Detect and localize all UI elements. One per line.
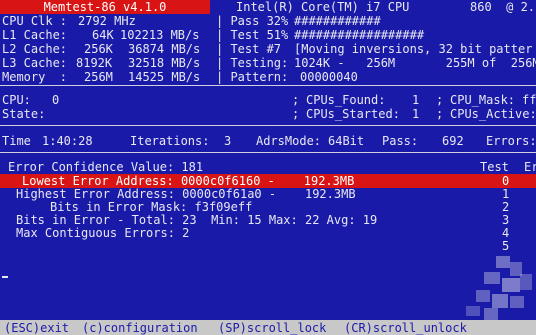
key-scroll-unlock[interactable]: (CR)scroll_unlock bbox=[344, 321, 467, 335]
info-label: Memory : bbox=[2, 70, 68, 84]
error-line-text: Lowest Error Address: 0000c0f6160 - 192.… bbox=[22, 174, 355, 188]
cpus-started-label: CPUs_Started: bbox=[306, 107, 400, 121]
divider bbox=[0, 85, 536, 86]
watermark-mosaic bbox=[446, 250, 536, 322]
info-speed: 36874 MB/s bbox=[128, 42, 201, 56]
test-progress-label: | Test 51% bbox=[216, 28, 289, 42]
info-size: 64K bbox=[92, 28, 114, 42]
separator: ; bbox=[436, 107, 444, 121]
separator: ; bbox=[436, 93, 444, 107]
info-size: 256M bbox=[84, 70, 113, 84]
errors-label: Errors: bbox=[486, 134, 536, 148]
cpu-panel-row-2: State: ; CPUs_Started: 1 ; CPUs_Active: bbox=[0, 107, 536, 121]
error-line-text: Bits in Error Mask: f3f09eff bbox=[50, 200, 253, 214]
adrsmode-value: 64Bit bbox=[328, 134, 365, 148]
cpu-mask-value: ff bbox=[522, 93, 536, 107]
cpu-panel-row-1: CPU: 0 ; CPUs_Found: 1 ; CPU_Mask: ff bbox=[0, 93, 536, 107]
state-label: State: bbox=[2, 107, 46, 121]
info-size: 256K bbox=[84, 42, 113, 56]
header-bar: Memtest-86 v4.1.0 Intel(R) Core(TM) i7 C… bbox=[0, 0, 536, 14]
pass-count-value: 692 bbox=[442, 134, 464, 148]
key-configuration[interactable]: (c)configuration bbox=[82, 321, 198, 335]
info-row-l1-cache: L1 Cache: 64K 102213 MB/s | Test 51% ###… bbox=[0, 28, 536, 42]
test-column-header: Test bbox=[480, 160, 509, 174]
info-speed: 32518 MB/s bbox=[128, 56, 201, 70]
testing-label: | Testing: bbox=[216, 56, 289, 70]
highlight-bar: Lowest Error Address: 0000c0f6160 - 192.… bbox=[0, 174, 536, 188]
error-line-text: Bits in Error - Total: 23 Min: 15 Max: 2… bbox=[16, 213, 378, 227]
error-header-row: Error Confidence Value: 181 Test Er bbox=[0, 160, 536, 174]
pattern-label: | Pattern: bbox=[216, 70, 289, 84]
test-number: 2 bbox=[502, 200, 510, 214]
errors-column-header: Er bbox=[524, 160, 536, 174]
cpu-value: 0 bbox=[52, 93, 60, 107]
cpu-speed: 860 @ 2. bbox=[470, 0, 536, 14]
pattern-value: 00000040 bbox=[300, 70, 358, 84]
error-line-bits: Bits in Error - Total: 23 Min: 15 Max: 2… bbox=[0, 213, 536, 227]
divider bbox=[0, 125, 536, 126]
info-size: 8192K bbox=[76, 56, 113, 70]
divider bbox=[0, 152, 536, 153]
key-exit[interactable]: (ESC)exit bbox=[4, 321, 69, 335]
error-line-text: Highest Error Address: 0000c0f61a0 - 192… bbox=[16, 187, 356, 201]
app-title: Memtest-86 v4.1.0 bbox=[0, 0, 210, 14]
error-line-text: Max Contiguous Errors: 2 bbox=[16, 226, 190, 240]
test-progress-bar: ################## bbox=[294, 28, 425, 42]
pass-count-label: Pass: bbox=[382, 134, 419, 148]
testing-range: 1024K - 256M 255M of 256M bbox=[294, 56, 536, 70]
memtest-screen: Memtest-86 v4.1.0 Intel(R) Core(TM) i7 C… bbox=[0, 0, 536, 335]
test-number-label: | Test #7 bbox=[216, 42, 282, 56]
separator: ; bbox=[292, 93, 300, 107]
info-speed: 14525 MB/s bbox=[128, 70, 201, 84]
cpus-started-value: 1 bbox=[412, 107, 420, 121]
cpus-active-label: CPUs_Active: bbox=[450, 107, 536, 121]
time-value: 1:40:28 bbox=[42, 134, 93, 148]
time-label: Time bbox=[2, 134, 31, 148]
cpu-name: Intel(R) Core(TM) i7 CPU bbox=[236, 0, 410, 14]
text-cursor bbox=[2, 276, 8, 278]
test-number: 4 bbox=[502, 226, 510, 240]
error-confidence: Error Confidence Value: 181 bbox=[8, 160, 204, 174]
test-name: [Moving inversions, 32 bit patter bbox=[294, 42, 533, 56]
error-line-highest: Highest Error Address: 0000c0f61a0 - 192… bbox=[0, 187, 536, 201]
separator: ; bbox=[292, 107, 300, 121]
test-number: 0 bbox=[502, 174, 510, 188]
info-speed: 102213 MB/s bbox=[120, 28, 200, 42]
adrsmode-label: AdrsMode: bbox=[256, 134, 322, 148]
error-line-mask: Bits in Error Mask: f3f09eff 2 bbox=[0, 200, 536, 214]
pass-label: | Pass 32% bbox=[216, 14, 289, 28]
pass-bar: ############ bbox=[294, 14, 381, 28]
footer-key-bar: (ESC)exit (c)configuration (SP)scroll_lo… bbox=[0, 320, 536, 335]
cpus-found-label: CPUs_Found: bbox=[306, 93, 386, 107]
test-number: 1 bbox=[502, 187, 510, 201]
error-line-lowest: Lowest Error Address: 0000c0f6160 - 192.… bbox=[0, 174, 536, 188]
error-line-contiguous: Max Contiguous Errors: 2 4 bbox=[0, 226, 536, 240]
info-row-l2-cache: L2 Cache: 256K 36874 MB/s | Test #7 [Mov… bbox=[0, 42, 536, 56]
info-row-memory: Memory : 256M 14525 MB/s | Pattern: 0000… bbox=[0, 70, 536, 84]
iterations-value: 3 bbox=[224, 134, 232, 148]
info-size: 2792 MHz bbox=[78, 14, 136, 28]
info-label: L2 Cache: bbox=[2, 42, 68, 56]
info-row-cpu-clk: CPU Clk : 2792 MHz | Pass 32% ##########… bbox=[0, 14, 536, 28]
info-label: L1 Cache: bbox=[2, 28, 68, 42]
cpus-found-value: 1 bbox=[412, 93, 420, 107]
iterations-label: Iterations: bbox=[130, 134, 210, 148]
cpu-label: CPU: bbox=[2, 93, 31, 107]
info-row-l3-cache: L3 Cache: 8192K 32518 MB/s | Testing: 10… bbox=[0, 56, 536, 70]
cpu-mask-label: CPU_Mask: bbox=[450, 93, 516, 107]
info-label: CPU Clk : bbox=[2, 14, 68, 28]
key-scroll-lock[interactable]: (SP)scroll_lock bbox=[218, 321, 326, 335]
status-row: Time 1:40:28 Iterations: 3 AdrsMode: 64B… bbox=[0, 134, 536, 148]
info-label: L3 Cache: bbox=[2, 56, 68, 70]
test-number: 3 bbox=[502, 213, 510, 227]
